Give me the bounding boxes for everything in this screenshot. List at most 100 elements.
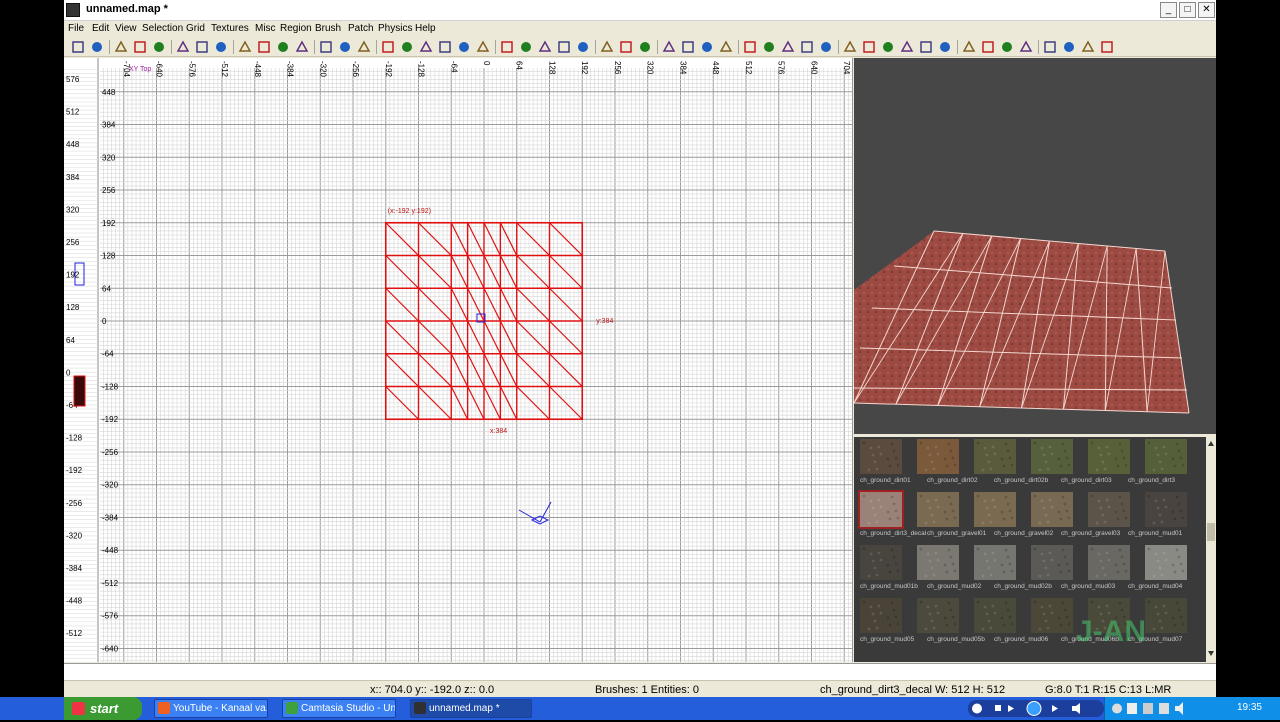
rotate-x-icon[interactable] [175,39,191,55]
patch-bend-icon[interactable] [661,39,677,55]
menu-edit[interactable]: Edit [92,23,109,34]
zero-icon[interactable] [980,39,996,55]
texture-grid[interactable]: ch_ground_dirt01 ch_ground_dirt02 ch_groun… [854,437,1216,662]
camera-icon[interactable] [499,39,515,55]
open-icon[interactable] [70,39,86,55]
menu-grid[interactable]: Grid [186,23,205,34]
minimize-button[interactable]: _ [1160,2,1177,18]
texture-thumbnail[interactable] [1088,545,1130,580]
camera-view[interactable] [854,58,1216,434]
grid-options-icon[interactable] [818,39,834,55]
csg-subtract-icon[interactable] [337,39,353,55]
menu-help[interactable]: Help [415,23,436,34]
patch-freeze-icon[interactable] [799,39,815,55]
menu-file[interactable]: File [68,23,84,34]
texture-thumbnail[interactable] [1145,492,1187,527]
menu-selection[interactable]: Selection [142,23,183,34]
media-controls[interactable] [968,700,1104,717]
scale-x-icon[interactable] [599,39,615,55]
start-button[interactable]: start [64,697,142,720]
camera-canvas[interactable] [854,58,1216,434]
m-icon[interactable] [1042,39,1058,55]
patch-weld-icon[interactable] [699,39,715,55]
texture-lock-icon[interactable] [437,39,453,55]
arrow-down-icon[interactable] [937,39,953,55]
tu-icon[interactable] [1018,39,1034,55]
filter-icon[interactable] [861,39,877,55]
select-touching-icon[interactable] [256,39,272,55]
texture-thumbnail[interactable] [860,545,902,580]
maximize-button[interactable]: □ [1179,2,1196,18]
free-rotation-icon[interactable] [556,39,572,55]
menu-physics[interactable]: Physics [378,23,412,34]
texture-thumbnail[interactable] [1145,545,1187,580]
rotate-z-icon[interactable] [213,39,229,55]
texture-thumbnail[interactable] [858,490,904,529]
csg-merge-icon[interactable] [356,39,372,55]
stop-icon[interactable] [899,39,915,55]
patch-wireframe-icon[interactable] [761,39,777,55]
clipper-icon[interactable] [380,39,396,55]
texture-rotate-icon[interactable] [456,39,472,55]
view-toggle-icon[interactable] [537,39,553,55]
console-icon[interactable] [880,39,896,55]
delete-icon[interactable] [918,39,934,55]
texture-thumbnail[interactable] [1031,545,1073,580]
taskbar-item-radiant[interactable]: unnamed.map * [410,699,532,718]
menu-textures[interactable]: Textures [211,23,249,34]
texture-thumbnail[interactable] [1145,598,1187,633]
flip-x-icon[interactable] [113,39,129,55]
drill-down-icon[interactable] [718,39,734,55]
close-button[interactable]: ✕ [1198,2,1215,18]
texture-thumbnail[interactable] [1031,439,1073,474]
entity-list-icon[interactable] [842,39,858,55]
arrow-down-b-icon[interactable] [961,39,977,55]
texture-thumbnail[interactable] [917,545,959,580]
terrain-patch[interactable] [854,231,1189,413]
xy-top-view[interactable]: -704 -640 -576 -512 -448 -384 -320 -256 -192 -128… [64,58,853,662]
texture-thumbnail[interactable] [1031,598,1073,633]
scale-z-icon[interactable] [637,39,653,55]
menu-patch[interactable]: Patch [348,23,374,34]
texture-thumbnail[interactable] [1031,492,1073,527]
taskbar-item-youtube[interactable]: YouTube - Kanaal va... [154,699,268,718]
plugin-icon[interactable] [1099,39,1115,55]
b-icon[interactable] [1061,39,1077,55]
select-complete-icon[interactable] [237,39,253,55]
show-patch-bounds-icon[interactable] [742,39,758,55]
texture-thumbnail[interactable] [860,598,902,633]
texture-thumbnail[interactable] [1088,439,1130,474]
texture-thumbnail[interactable] [1145,439,1187,474]
texture-browser[interactable]: ch_ground_dirt01 ch_ground_dirt02 ch_groun… [854,437,1216,662]
p-icon[interactable] [1080,39,1096,55]
texture-thumbnail[interactable] [974,492,1016,527]
texture-scrollbar[interactable] [1206,437,1216,662]
texture-thumbnail[interactable] [917,598,959,633]
save-icon[interactable] [89,39,105,55]
texture-thumbnail[interactable] [974,545,1016,580]
select-inside-icon[interactable] [294,39,310,55]
texture-thumbnail[interactable] [974,598,1016,633]
command-bar[interactable] [64,663,1216,680]
free-scale-icon[interactable] [575,39,591,55]
flip-y-icon[interactable] [132,39,148,55]
taskbar-item-camtasia[interactable]: Camtasia Studio - Unt... [282,699,396,718]
texture-thumbnail[interactable] [917,439,959,474]
patch-insdel-icon[interactable] [680,39,696,55]
flip-z-icon[interactable] [151,39,167,55]
scroll-thumb[interactable] [1207,523,1215,541]
select-partial-icon[interactable] [275,39,291,55]
cubic-clip-icon[interactable] [418,39,434,55]
menu-misc[interactable]: Misc [255,23,276,34]
texture-thumbnail[interactable] [860,439,902,474]
patch-badges-icon[interactable] [780,39,796,55]
texture-thumbnail[interactable] [974,439,1016,474]
rotate-y-icon[interactable] [194,39,210,55]
entity-icon[interactable] [518,39,534,55]
texture-thumbnail[interactable] [1088,492,1130,527]
menu-brush[interactable]: Brush [315,23,341,34]
grid-canvas[interactable]: -704 -640 -576 -512 -448 -384 -320 -256 -192 -128… [64,58,853,662]
menu-view[interactable]: View [115,23,137,34]
connections-icon[interactable] [999,39,1015,55]
texture-thumbnail[interactable] [917,492,959,527]
